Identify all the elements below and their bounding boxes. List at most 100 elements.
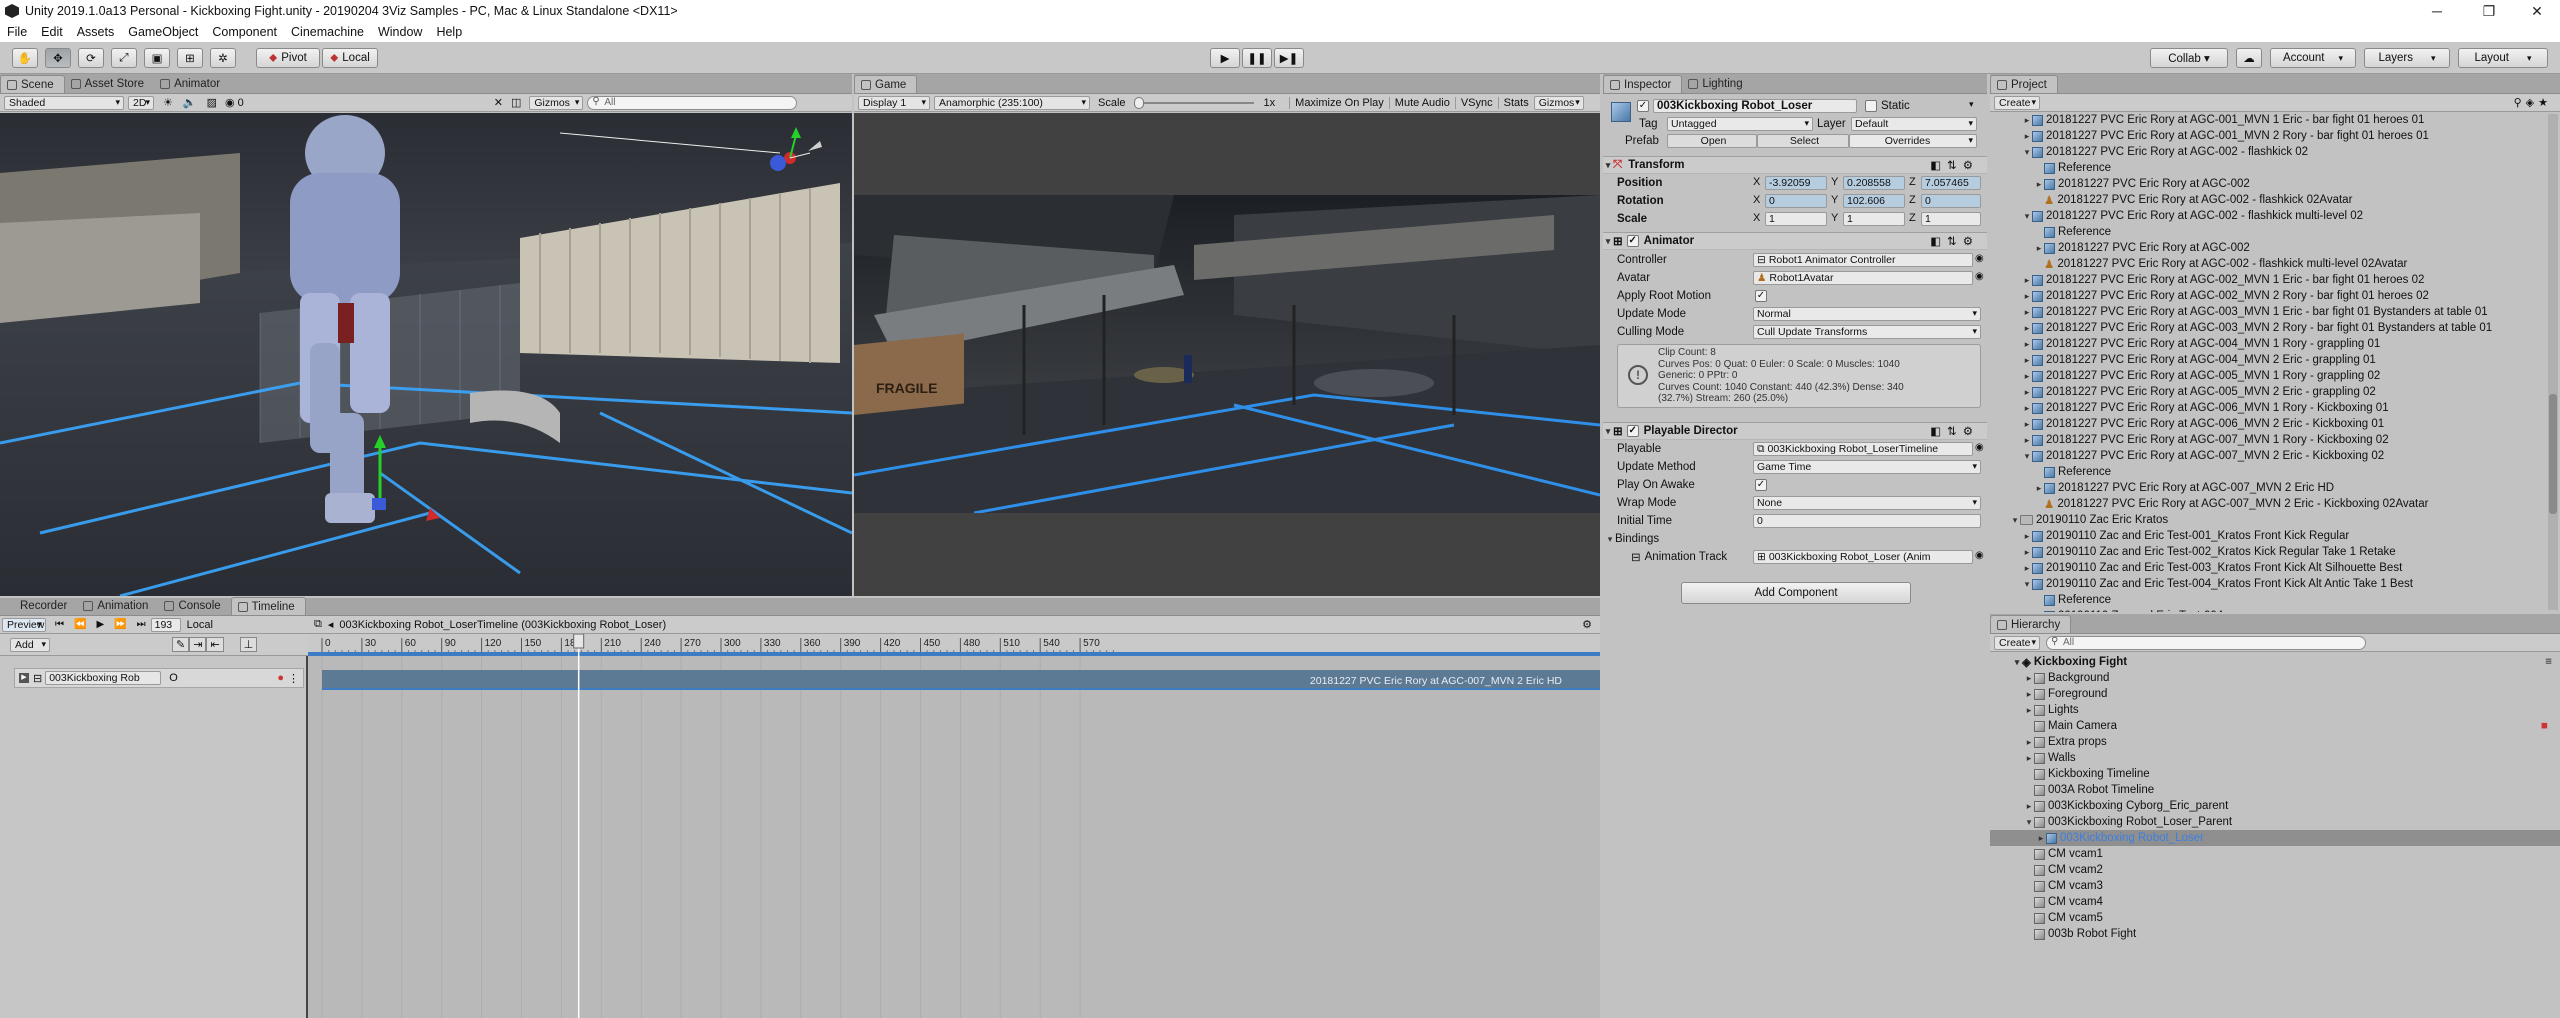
fold-closed-icon[interactable]: ▸ [2024,737,2034,748]
transform-header[interactable]: ▾ ⤧ Transform ◧⇅⚙ [1603,156,1987,174]
fold-closed-icon[interactable]: ▸ [2022,419,2032,430]
layers-dropdown[interactable]: Layers ▾ [2364,48,2450,68]
component-menu-icon[interactable]: ◧⇅⚙ [1930,158,1979,172]
project-item[interactable]: Reference [1990,592,2546,608]
scene-viewport[interactable] [0,113,852,596]
ripple-mode-icon[interactable]: ⇥ [189,637,207,652]
animator-enabled-checkbox[interactable]: ✓ [1626,235,1639,247]
fold-closed-icon[interactable]: ▸ [2024,673,2034,684]
hierarchy-item[interactable]: 003b Robot Fight [1990,926,2560,942]
tab-project[interactable]: Project [1990,75,2058,93]
project-item[interactable]: ▸ 20190110 Zac and Eric Test-004 [1990,608,2546,612]
object-name-field[interactable]: 003Kickboxing Robot_Loser [1653,99,1857,113]
tab-game[interactable]: Game [854,75,918,93]
controller-field[interactable]: ⊟ Robot1 Animator Controller [1753,253,1973,267]
hierarchy-item[interactable]: ▸ Walls [1990,750,2560,766]
light-icon[interactable]: ☀ [163,96,173,109]
fold-open-icon[interactable]: ▾ [2022,147,2032,158]
hierarchy-item[interactable]: ▾ 003Kickboxing Robot_Loser_Parent [1990,814,2560,830]
add-track-dropdown[interactable]: Add [10,637,50,652]
project-item[interactable]: ▸ 20181227 PVC Eric Rory at AGC-006_MVN 1… [1990,400,2546,416]
rotation-y-field[interactable]: 102.606 [1843,194,1905,208]
project-item[interactable]: ♟ 20181227 PVC Eric Rory at AGC-002 - fla… [1990,256,2546,272]
animator-header[interactable]: ▾ ⊞ ✓ Animator ◧⇅⚙ [1603,232,1987,250]
local-toggle[interactable]: Local [187,619,213,631]
hierarchy-item[interactable]: Main Camera ■ [1990,718,2560,734]
fold-closed-icon[interactable]: ▸ [2022,323,2032,334]
scale-y-field[interactable]: 1 [1843,212,1905,226]
hierarchy-item[interactable]: CM vcam3 [1990,878,2560,894]
display-dropdown[interactable]: Display 1 [858,95,930,110]
project-item[interactable]: ▸ 20181227 PVC Eric Rory at AGC-001_MVN 1… [1990,112,2546,128]
fold-closed-icon[interactable]: ▸ [2022,131,2032,142]
rotation-x-field[interactable]: 0 [1765,194,1827,208]
project-item[interactable]: Reference [1990,160,2546,176]
project-item[interactable]: ▾ 20190110 Zac and Eric Test-004_Kratos F… [1990,576,2546,592]
position-y-field[interactable]: 0.208558 [1843,176,1905,190]
project-item[interactable]: ▾ 20181227 PVC Eric Rory at AGC-002 - fla… [1990,144,2546,160]
snap-icon[interactable]: ⊥ [239,637,258,652]
project-item[interactable]: ▸ 20181227 PVC Eric Rory at AGC-004_MVN 2… [1990,352,2546,368]
fold-closed-icon[interactable]: ▸ [2036,833,2046,844]
scale-slider-handle[interactable] [1133,96,1144,109]
fold-open-icon[interactable]: ▾ [2010,515,2020,526]
track-menu-icon[interactable]: ⋮ [288,672,299,685]
project-item[interactable]: ▾ 20190110 Zac Eric Kratos [1990,512,2546,528]
audio-icon[interactable]: 🔈 [183,96,197,109]
position-x-field[interactable]: -3.92059 [1765,176,1827,190]
hierarchy-item[interactable]: ▸ Extra props [1990,734,2560,750]
hierarchy-item[interactable]: ▸ Background [1990,670,2560,686]
play-on-awake-checkbox[interactable]: ✓ [1755,479,1767,491]
tab-asset-store[interactable]: Asset Store [65,75,154,93]
step-button[interactable]: ▶❚ [1274,48,1304,68]
component-menu-icon[interactable]: ◧⇅⚙ [1930,424,1979,438]
hierarchy-item[interactable]: CM vcam1 [1990,846,2560,862]
wrap-mode-dropdown[interactable]: None [1753,496,1981,510]
project-item[interactable]: ▾ 20181227 PVC Eric Rory at AGC-002 - fla… [1990,208,2546,224]
edit-mode-icon[interactable]: ✎ [172,637,190,652]
timeline-area[interactable]: 0 30 60 90 120 150 180 210 240 270 300 330 360 390 420… [308,634,1600,1018]
pivot-toggle[interactable]: ⬥ Pivot [256,48,320,68]
tab-animation[interactable]: Animation [77,597,158,615]
prefab-open-button[interactable]: Open [1667,134,1757,148]
project-scrollbar-thumb[interactable] [2549,394,2557,514]
fold-closed-icon[interactable]: ▸ [2022,275,2032,286]
fold-closed-icon[interactable]: ▸ [2022,403,2032,414]
fold-closed-icon[interactable]: ▸ [2034,611,2044,613]
initial-time-field[interactable]: 0 [1753,514,1981,528]
fold-closed-icon[interactable]: ▸ [2022,531,2032,542]
fold-closed-icon[interactable]: ▸ [2022,563,2032,574]
chevron-down-icon[interactable]: ▾ [1969,99,1974,110]
scene-search-input[interactable]: All [587,95,798,110]
mute-audio-toggle[interactable]: Mute Audio [1388,96,1455,109]
frame-field[interactable]: 193 [150,617,181,632]
scale-z-field[interactable]: 1 [1921,212,1981,226]
project-filter-icons[interactable]: ⚲◈★ [2514,96,2552,109]
rotation-z-field[interactable]: 0 [1921,194,1981,208]
project-item[interactable]: ▸ 20190110 Zac and Eric Test-003_Kratos F… [1990,560,2546,576]
project-item[interactable]: Reference [1990,224,2546,240]
playable-field[interactable]: ⧉ 003Kickboxing Robot_LoserTimeline [1753,442,1973,456]
hierarchy-item[interactable]: CM vcam2 [1990,862,2560,878]
hierarchy-item[interactable]: 003A Robot Timeline [1990,782,2560,798]
menu-cinemachine[interactable]: Cinemachine [284,25,371,39]
static-checkbox[interactable] [1865,100,1877,112]
close-button[interactable]: ✕ [2514,0,2560,22]
hidden-objects-icon[interactable]: ◉ [225,96,235,109]
scene-root-row[interactable]: ▾ ◈ Kickboxing Fight ≡ [1990,654,2560,670]
project-item[interactable]: ▸ 20181227 PVC Eric Rory at AGC-007_MVN 1… [1990,432,2546,448]
project-item[interactable]: ▸ 20181227 PVC Eric Rory at AGC-003_MVN 1… [1990,304,2546,320]
object-picker-icon[interactable]: ◉ [1975,271,1984,282]
fold-closed-icon[interactable]: ▸ [2022,547,2032,558]
maximize-button[interactable]: ❐ [2466,0,2512,22]
prefab-select-button[interactable]: Select [1757,134,1849,148]
fold-closed-icon[interactable]: ▸ [2022,435,2032,446]
fold-closed-icon[interactable]: ▸ [2024,801,2034,812]
playable-director-header[interactable]: ▾ ⊞ ✓ Playable Director ◧⇅⚙ [1603,422,1987,440]
scale-slider[interactable] [1133,96,1254,109]
fold-closed-icon[interactable]: ▸ [2034,243,2044,254]
scale-tool-button[interactable]: ⤢ [111,48,137,68]
camera-icon[interactable]: ◫ [511,96,521,109]
tab-console[interactable]: Console [158,597,230,615]
move-tool-button[interactable]: ✥ [45,48,71,68]
